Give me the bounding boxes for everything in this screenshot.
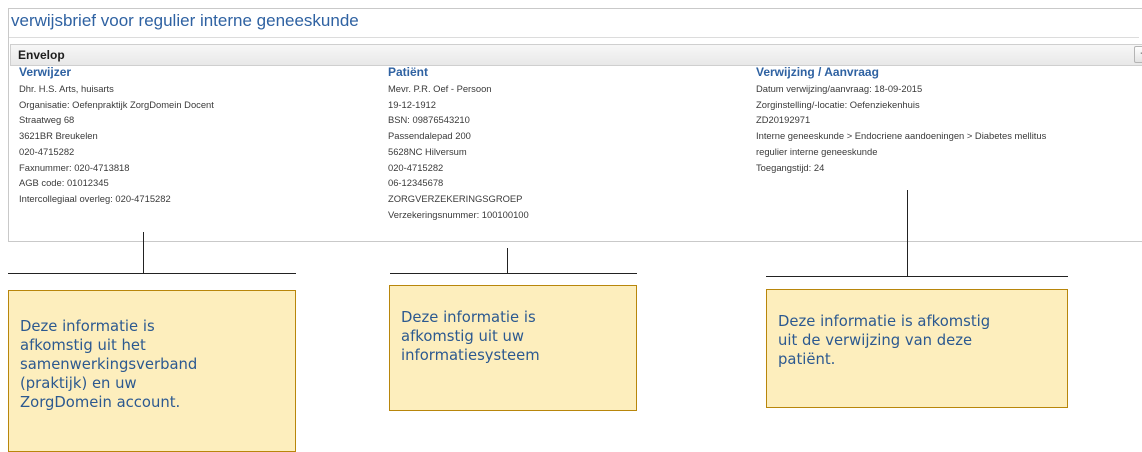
envelope-title: Envelop [18, 48, 65, 62]
annotation-line: informatiesysteem [401, 347, 540, 364]
patient-column: Patiënt Mevr. P.R. Oef - Persoon 19-12-1… [388, 64, 529, 222]
patient-birthdate: 19-12-1912 [388, 98, 436, 110]
referrer-fax: Faxnummer: 020-4713818 [19, 161, 130, 173]
callout-connector-vertical [143, 232, 144, 274]
annotation-line: Deze informatie is [20, 318, 155, 335]
referrer-street: Straatweg 68 [19, 114, 75, 126]
annotation-line: Deze informatie is [401, 309, 536, 326]
referrer-heading: Verwijzer [19, 65, 72, 79]
patient-street: Passendalepad 200 [388, 130, 471, 142]
annotation-line: patiënt. [778, 351, 836, 368]
annotation-box-referrer: Deze informatie is afkomstig uit het sam… [8, 290, 296, 452]
annotation-line: uit de verwijzing van deze [778, 332, 973, 349]
referral-specialty-path: Interne geneeskunde > Endocriene aandoen… [756, 130, 1047, 142]
referral-access-time: Toegangstijd: 24 [756, 161, 825, 173]
referral-heading: Verwijzing / Aanvraag [756, 65, 879, 79]
referrer-phone: 020-4715282 [19, 145, 75, 157]
referrer-consult-phone: Intercollegiaal overleg: 020-4715282 [19, 192, 171, 204]
patient-insurer: ZORGVERZEKERINGSGROEP [388, 192, 523, 204]
annotation-line: afkomstig uit het [20, 337, 146, 354]
callout-connector-horizontal [766, 276, 1068, 277]
annotation-box-patient: Deze informatie is afkomstig uit uw info… [389, 285, 637, 411]
callout-connector-horizontal [8, 273, 296, 274]
referral-column: Verwijzing / Aanvraag Datum verwijzing/a… [756, 64, 1046, 175]
referrer-postcode-city: 3621BR Breukelen [19, 130, 98, 142]
patient-phone: 020-4715282 [388, 161, 444, 173]
referral-id: ZD20192971 [756, 114, 811, 126]
referrer-column: Verwijzer Dhr. H.S. Arts, huisarts Organ… [19, 64, 214, 207]
patient-insurance-number: Verzekeringsnummer: 100100100 [388, 208, 529, 220]
annotation-line: ZorgDomein account. [20, 394, 181, 411]
envelope-section-header: Envelop - [10, 44, 1142, 66]
referrer-name: Dhr. H.S. Arts, huisarts [19, 83, 114, 94]
collapse-button[interactable]: - [1134, 46, 1142, 63]
annotation-line: afkomstig uit uw [401, 328, 524, 345]
patient-heading: Patiënt [388, 65, 429, 79]
callout-connector-vertical [907, 190, 908, 276]
document-title: verwijsbrief voor regulier interne genee… [9, 8, 1139, 38]
annotation-line: Deze informatie is afkomstig [778, 313, 991, 330]
annotation-line: (praktijk) en uw [20, 375, 137, 392]
patient-name: Mevr. P.R. Oef - Persoon [388, 83, 492, 94]
patient-postcode-city: 5628NC Hilversum [388, 145, 467, 157]
referral-type: regulier interne geneeskunde [756, 145, 878, 157]
callout-connector-horizontal [390, 273, 637, 274]
referrer-organisation: Organisatie: Oefenpraktijk ZorgDomein Do… [19, 98, 214, 110]
annotation-box-referral: Deze informatie is afkomstig uit de verw… [766, 289, 1068, 408]
callout-connector-vertical [507, 248, 508, 274]
referral-institution: Zorginstelling/-locatie: Oefenziekenhuis [756, 98, 920, 110]
referrer-agb-code: AGB code: 01012345 [19, 177, 109, 189]
annotation-line: samenwerkingsverband [20, 356, 198, 373]
patient-bsn: BSN: 09876543210 [388, 114, 470, 126]
referral-date: Datum verwijzing/aanvraag: 18-09-2015 [756, 83, 923, 94]
patient-mobile: 06-12345678 [388, 177, 444, 189]
